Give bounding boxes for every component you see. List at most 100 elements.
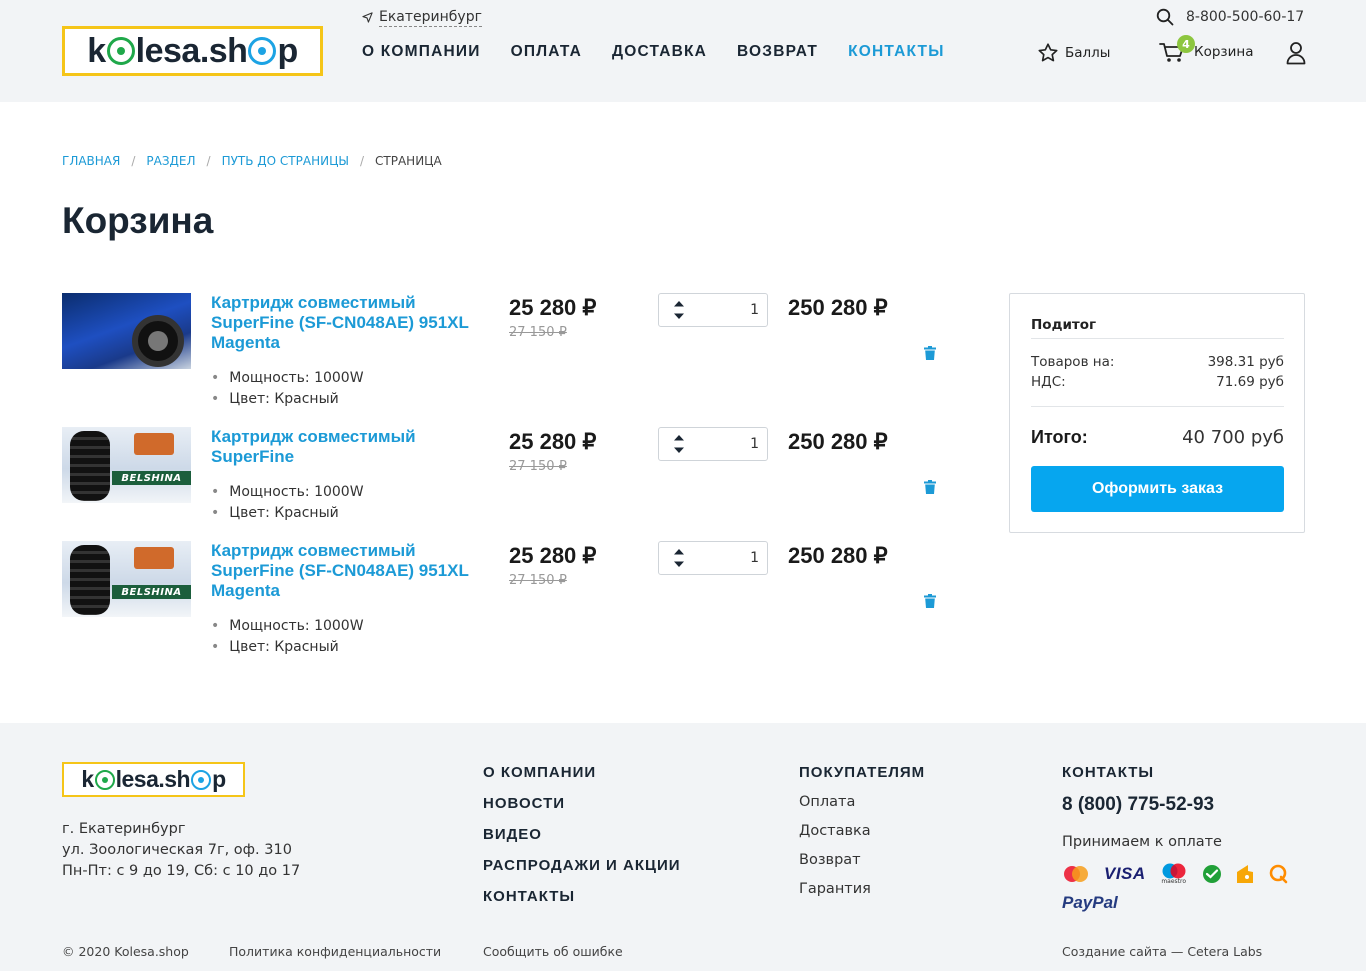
truck-graphic xyxy=(134,547,174,569)
divider xyxy=(1031,338,1284,339)
footer-link-contacts[interactable]: КОНТАКТЫ xyxy=(483,888,681,906)
brand-band: BELSHINA xyxy=(112,585,191,599)
quantity-input[interactable] xyxy=(699,302,759,318)
star-icon xyxy=(1038,43,1058,62)
footer-link-payment[interactable]: Оплата xyxy=(799,793,925,811)
product-price: 25 280 ₽ xyxy=(509,429,597,454)
place-order-button[interactable]: Оформить заказ xyxy=(1031,466,1284,512)
user-icon[interactable] xyxy=(1286,41,1306,65)
breadcrumb-home[interactable]: ГЛАВНАЯ xyxy=(62,154,120,168)
quantity-stepper xyxy=(658,427,768,461)
logo-text-middle: lesa.sh xyxy=(115,766,191,792)
phone-number[interactable]: 8-800-500-60-17 xyxy=(1186,9,1304,25)
footer-logo[interactable]: k lesa.sh p xyxy=(62,762,245,797)
tyre-graphic xyxy=(70,545,110,615)
product-image[interactable] xyxy=(62,293,191,369)
footer-link-video[interactable]: ВИДЕО xyxy=(483,826,681,844)
product-prop: Цвет: Красный xyxy=(211,503,364,524)
product-props: Мощность: 1000W Цвет: Красный xyxy=(211,482,364,524)
privacy-policy-link[interactable]: Политика конфиденциальности xyxy=(229,944,441,959)
points-button[interactable]: Баллы xyxy=(1037,42,1110,64)
divider xyxy=(1031,406,1284,407)
logo-wheel-icon xyxy=(248,37,277,65)
header-phone: 8-800-500-60-17 xyxy=(1156,8,1304,26)
report-error-link[interactable]: Сообщить об ошибке xyxy=(483,944,623,959)
product-name-link[interactable]: Картридж совместимый SuperFine (SF-CN048… xyxy=(211,541,491,601)
trash-icon[interactable] xyxy=(924,594,936,608)
cart-count-badge: 4 xyxy=(1177,35,1195,53)
cart-button[interactable]: 4 Корзина xyxy=(1158,35,1253,64)
footer-link-news[interactable]: НОВОСТИ xyxy=(483,795,681,813)
sberbank-icon xyxy=(1202,865,1221,883)
summary-total-label: Итого: xyxy=(1031,427,1088,447)
address-street: ул. Зоологическая 7г, оф. 310 xyxy=(62,842,292,858)
product-props: Мощность: 1000W Цвет: Красный xyxy=(211,368,364,410)
product-old-price: 27 150 ₽ xyxy=(509,459,567,474)
paypal-label: PayPal xyxy=(1062,893,1118,912)
payment-methods: VISA maestro PayPal xyxy=(1062,863,1292,913)
copyright: © 2020 Kolesa.shop xyxy=(62,944,189,959)
increment-arrow-icon[interactable] xyxy=(673,300,685,307)
product-total: 250 280 ₽ xyxy=(788,295,888,320)
trash-icon[interactable] xyxy=(924,480,936,494)
footer-buyers-title: ПОКУПАТЕЛЯМ xyxy=(799,764,926,781)
cart-icon: 4 xyxy=(1158,35,1195,64)
breadcrumb-section[interactable]: РАЗДЕЛ xyxy=(146,154,195,168)
qiwi-icon xyxy=(1269,864,1287,884)
truck-graphic xyxy=(134,433,174,455)
footer-link-return[interactable]: Возврат xyxy=(799,851,925,869)
footer-link-warranty[interactable]: Гарантия xyxy=(799,880,925,898)
breadcrumb-separator: / xyxy=(206,154,211,168)
nav-item-delivery[interactable]: ДОСТАВКА xyxy=(612,43,707,61)
summary-title: Подитог xyxy=(1031,317,1097,333)
decrement-arrow-icon[interactable] xyxy=(673,561,685,568)
increment-arrow-icon[interactable] xyxy=(673,434,685,441)
product-total: 250 280 ₽ xyxy=(788,429,888,454)
product-image[interactable]: BELSHINA xyxy=(62,541,191,617)
brand-band: BELSHINA xyxy=(112,471,191,485)
product-prop: Мощность: 1000W xyxy=(211,616,363,637)
city-selector[interactable]: Екатеринбург xyxy=(362,8,482,27)
payment-methods-label: Принимаем к оплате xyxy=(1062,834,1222,850)
quantity-input[interactable] xyxy=(699,550,759,566)
order-summary: Подитог Товаров на: 398.31 руб НДС: 71.6… xyxy=(1009,293,1305,533)
footer-phone[interactable]: 8 (800) 775-52-93 xyxy=(1062,794,1222,816)
increment-arrow-icon[interactable] xyxy=(673,548,685,555)
summary-goods-row: Товаров на: 398.31 руб xyxy=(1031,354,1284,370)
site-logo[interactable]: k lesa.sh p xyxy=(62,26,323,76)
credits-link[interactable]: Создание сайта — Cetera Labs xyxy=(1062,944,1262,959)
footer-link-delivery[interactable]: Доставка xyxy=(799,822,925,840)
footer-link-sales[interactable]: РАСПРОДАЖИ И АКЦИИ xyxy=(483,857,681,875)
search-icon[interactable] xyxy=(1156,8,1174,26)
nav-item-contacts[interactable]: КОНТАКТЫ xyxy=(848,43,945,61)
summary-total-value: 40 700 руб xyxy=(1182,427,1284,448)
page-title: Корзина xyxy=(62,200,214,241)
summary-goods-label: Товаров на: xyxy=(1031,354,1115,370)
product-image[interactable]: BELSHINA xyxy=(62,427,191,503)
breadcrumb-separator: / xyxy=(131,154,136,168)
logo-wheel-icon xyxy=(106,37,135,65)
paypal-icon: PayPal xyxy=(1062,893,1118,913)
logo-wheel-icon xyxy=(191,769,212,790)
city-name[interactable]: Екатеринбург xyxy=(379,8,482,27)
tyre-graphic xyxy=(132,315,184,367)
decrement-arrow-icon[interactable] xyxy=(673,313,685,320)
product-prop: Мощность: 1000W xyxy=(211,368,363,389)
working-hours: Пн-Пт: с 9 до 19, Сб: с 10 до 17 xyxy=(62,863,301,879)
product-name-link[interactable]: Картридж совместимый SuperFine xyxy=(211,427,491,467)
logo-text-start: k xyxy=(81,766,94,792)
footer-address: г. Екатеринбург ул. Зоологическая 7г, оф… xyxy=(62,819,300,882)
nav-item-payment[interactable]: ОПЛАТА xyxy=(511,43,582,61)
logo-text-end: p xyxy=(277,31,298,70)
footer-link-company[interactable]: О КОМПАНИИ xyxy=(483,764,681,782)
product-prop: Цвет: Красный xyxy=(211,389,364,410)
nav-item-company[interactable]: О КОМПАНИИ xyxy=(362,43,481,61)
quantity-input[interactable] xyxy=(699,436,759,452)
breadcrumb-path[interactable]: ПУТЬ ДО СТРАНИЦЫ xyxy=(222,154,349,168)
logo-wheel-icon xyxy=(94,769,115,790)
summary-vat-row: НДС: 71.69 руб xyxy=(1031,374,1284,390)
nav-item-return[interactable]: ВОЗВРАТ xyxy=(737,43,818,61)
decrement-arrow-icon[interactable] xyxy=(673,447,685,454)
product-name-link[interactable]: Картридж совместимый SuperFine (SF-CN048… xyxy=(211,293,491,353)
trash-icon[interactable] xyxy=(924,346,936,360)
